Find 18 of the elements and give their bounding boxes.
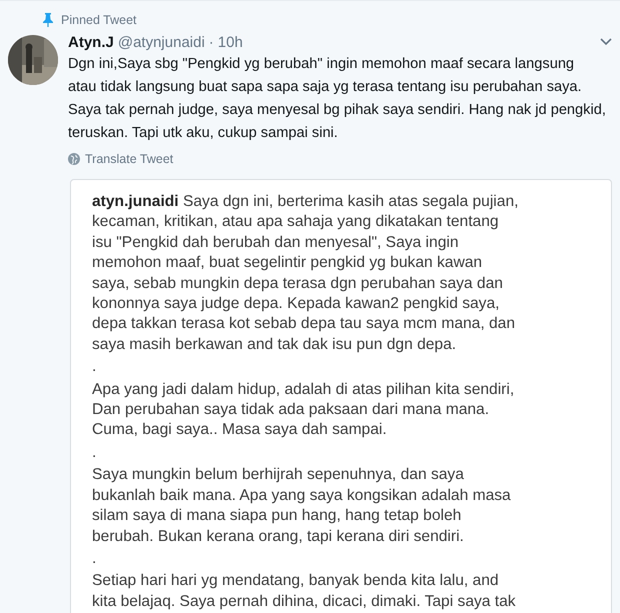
author-handle[interactable]: @atynjunaidi bbox=[118, 34, 205, 50]
chevron-down-icon[interactable] bbox=[600, 38, 612, 46]
tweet-time[interactable]: 10h bbox=[218, 34, 243, 50]
separator-dot: · bbox=[208, 34, 214, 50]
separator-dot: . bbox=[92, 442, 98, 463]
translate-link[interactable]: Translate Tweet bbox=[85, 152, 174, 166]
caption-paragraph: atyn.junaidi Saya dgn ini, berterima kasih atas segala pujian, kecaman, kritikan, atau apa sahaja yang dikatakan tentang isu "Pengkid dah berubah dan menyesal", Saya ingin memohon maaf, buat segelintir pengkid yg bukan kawan saya, sebab mungkin depa terasa dgn perubahan saya dan kononnya saya judge depa. Kepada kawan2 pengkid saya, depa takkan terasa kot sebab depa tau saya mcm mana, dan saya masih berkawan and tak dak isu pun dgn depa. bbox=[92, 192, 520, 355]
pin-icon bbox=[43, 13, 53, 27]
attached-image[interactable] bbox=[70, 179, 612, 613]
tweet-text: Dgn ini,Saya sbg "Pengkid yg berubah" ingin memohon maaf secara langsung atau tidak langsung buat sapa sapa saja yg terasa tentang isu perubahan saya. Saya tak pernah judge, saya menyesal bg pihak saya sendiri. Hang nak jd pengkid, teruskan. Tapi utk aku, cukup sampai sini. bbox=[68, 55, 607, 143]
separator-dot: . bbox=[92, 548, 98, 569]
caption-paragraph: Apa yang jadi dalam hidup, adalah di atas pilihan kita sendiri, Dan perubahan saya tidak ada paksaan dari mana mana. Cuma, bagi saya.. Masa saya dah sampai. bbox=[92, 380, 516, 440]
separator-dot: . bbox=[92, 357, 98, 378]
pinned-label: Pinned Tweet bbox=[61, 13, 137, 27]
author-name[interactable]: Atyn.J bbox=[68, 34, 114, 50]
caption-paragraph: Saya mungkin belum berhijrah sepenuhnya, dan saya bukanlah baik mana. Apa yang saya kongsikan adalah masa silam saya di mana siapa pun hang, hang tetap boleh berubah. Bukan kerana orang, tapi kerana diri sendiri. bbox=[92, 465, 512, 546]
globe-icon bbox=[68, 153, 80, 165]
caption-paragraph: Setiap hari hari yg mendatang, banyak benda kita lalu, and kita belajaq. Saya pernah dihina, dicaci, dimaki. Tapi saya tak bbox=[92, 571, 517, 612]
